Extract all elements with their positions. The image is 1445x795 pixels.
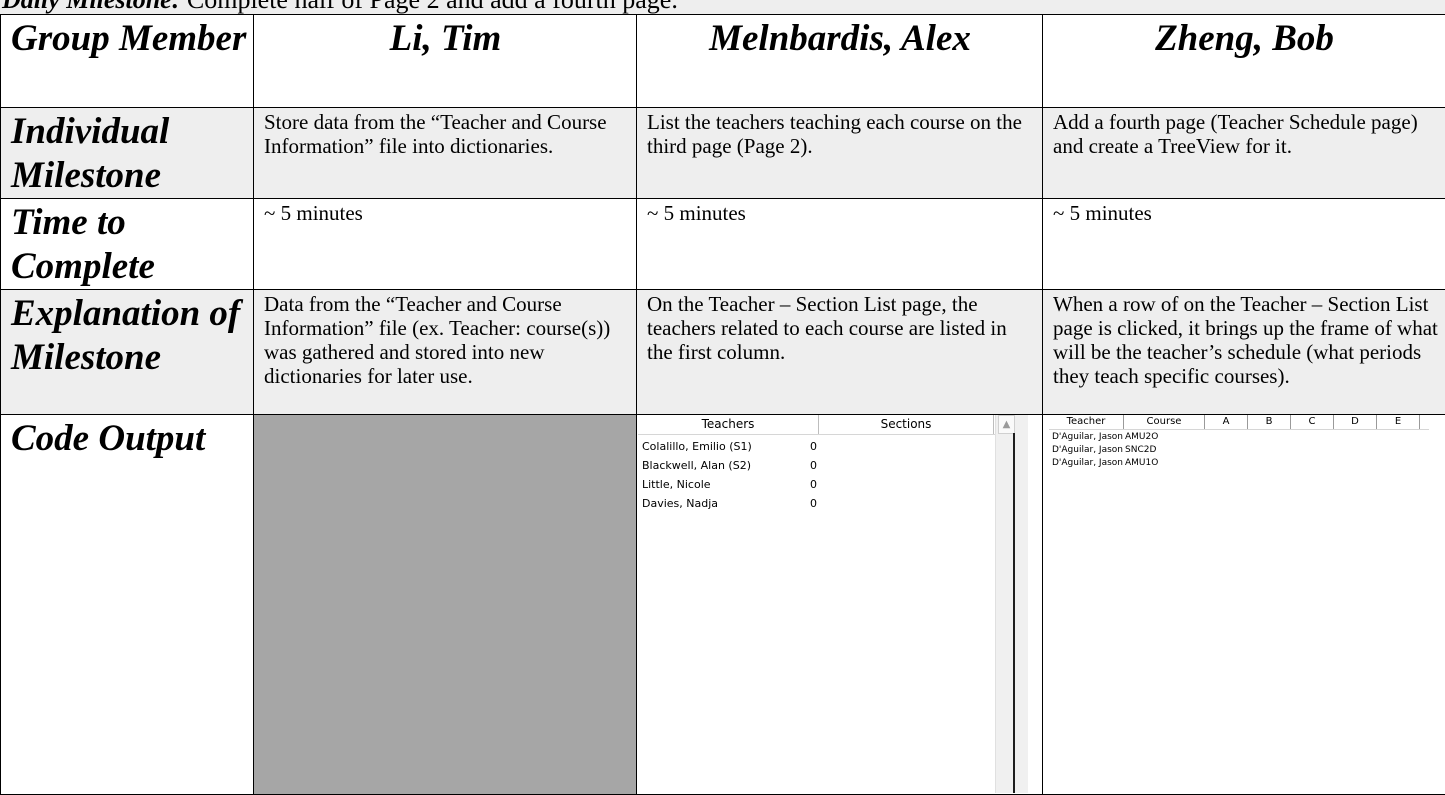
daily-milestone-text: Complete half of Page 2 and add a fourth… [180,0,677,14]
schedule-course: AMU1O [1123,457,1158,470]
column-header-teacher[interactable]: Teacher [1049,415,1124,429]
code-output-label: Code Output [1,415,254,795]
treeview-header: Teachers Sections [638,415,1028,435]
row-sections: 0 [788,437,817,456]
row-sections: 0 [788,494,817,513]
explanation-zheng: When a row of on the Teacher – Section L… [1043,290,1445,415]
row-sections: 0 [788,456,817,475]
explanation-row: Explanation of Milestone Data from the “… [1,290,1445,415]
column-header-course[interactable]: Course [1124,415,1205,429]
tree-row[interactable]: Little, Nicole 0 [638,475,1028,494]
vertical-scrollbar[interactable]: ▲ [995,415,1028,793]
milestone-li: Store data from the “Teacher and Course … [254,108,637,199]
schedule-course: SNC2D [1123,444,1156,457]
time-to-complete-label: Time to Complete [1,199,254,290]
row-teacher: Colalillo, Emilio (S1) [638,437,788,456]
schedule-header: Teacher Course A B C D E [1049,415,1429,430]
explanation-li: Data from the “Teacher and Course Inform… [254,290,637,415]
milestone-table: Group Member Li, Tim Melnbardis, Alex Zh… [0,14,1445,795]
schedule-teacher: D'Aguilar, Jason [1049,444,1123,457]
code-output-li [254,415,637,795]
column-header-d[interactable]: D [1334,415,1377,429]
teacher-section-treeview[interactable]: Teachers Sections Colalillo, Emilio (S1)… [638,415,1028,793]
schedule-teacher: D'Aguilar, Jason [1049,431,1123,444]
milestone-zheng: Add a fourth page (Teacher Schedule page… [1043,108,1445,199]
row-teacher: Little, Nicole [638,475,788,494]
member-zheng-bob: Zheng, Bob [1043,15,1445,108]
code-output-melnbardis: Teachers Sections Colalillo, Emilio (S1)… [637,415,1043,795]
schedule-row[interactable]: D'Aguilar, Jason AMU2O [1049,431,1429,444]
column-header-c[interactable]: C [1291,415,1334,429]
row-sections: 0 [788,475,817,494]
code-output-row: Code Output Teachers Sections Colalillo,… [1,415,1445,795]
explanation-label: Explanation of Milestone [1,290,254,415]
scrollbar-track[interactable] [1013,433,1015,793]
row-teacher: Blackwell, Alan (S2) [638,456,788,475]
code-output-zheng: Teacher Course A B C D E D'Aguilar, Jaso… [1043,415,1445,795]
tree-row[interactable]: Colalillo, Emilio (S1) 0 [638,437,1028,456]
column-header-teachers[interactable]: Teachers [638,415,819,434]
schedule-row[interactable]: D'Aguilar, Jason AMU1O [1049,457,1429,470]
milestone-melnbardis: List the teachers teaching each course o… [637,108,1043,199]
time-li: ~ 5 minutes [254,199,637,290]
time-zheng: ~ 5 minutes [1043,199,1445,290]
row-teacher: Davies, Nadja [638,494,788,513]
tree-row[interactable]: Blackwell, Alan (S2) 0 [638,456,1028,475]
scroll-up-icon[interactable]: ▲ [998,415,1015,434]
daily-milestone-lead: Daily Milestone: [2,0,180,14]
individual-milestone-label: Individual Milestone [1,108,254,199]
column-header-e[interactable]: E [1377,415,1420,429]
schedule-row[interactable]: D'Aguilar, Jason SNC2D [1049,444,1429,457]
column-header-b[interactable]: B [1248,415,1291,429]
gray-placeholder-image [254,415,636,795]
member-li-tim: Li, Tim [254,15,637,108]
column-header-sections[interactable]: Sections [819,415,994,434]
tree-row[interactable]: Davies, Nadja 0 [638,494,1028,513]
individual-milestone-row: Individual Milestone Store data from the… [1,108,1445,199]
time-melnbardis: ~ 5 minutes [637,199,1043,290]
group-member-row: Group Member Li, Tim Melnbardis, Alex Zh… [1,15,1445,108]
explanation-melnbardis: On the Teacher – Section List page, the … [637,290,1043,415]
column-header-a[interactable]: A [1205,415,1248,429]
schedule-course: AMU2O [1123,431,1158,444]
time-row: Time to Complete ~ 5 minutes ~ 5 minutes… [1,199,1445,290]
schedule-teacher: D'Aguilar, Jason [1049,457,1123,470]
teacher-schedule-treeview[interactable]: Teacher Course A B C D E D'Aguilar, Jaso… [1049,415,1429,793]
member-melnbardis-alex: Melnbardis, Alex [637,15,1043,108]
group-member-label: Group Member [1,15,254,108]
daily-milestone-line: Daily Milestone: Complete half of Page 2… [0,0,1445,15]
